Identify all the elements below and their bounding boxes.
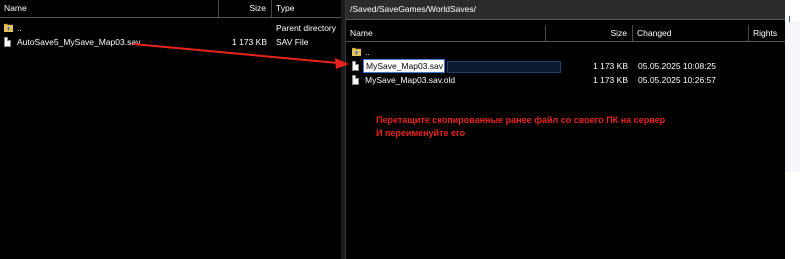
column-name[interactable]: Name <box>346 25 546 41</box>
column-size[interactable]: Size <box>546 25 633 41</box>
column-type[interactable]: Type <box>272 0 341 17</box>
file-size: 1 173 KB <box>593 61 628 71</box>
file-size: 1 173 KB <box>593 75 628 85</box>
file-name: AutoSave5_MySave_Map03.sav <box>17 37 141 47</box>
list-item[interactable]: .. Parent directory <box>0 21 341 35</box>
list-item[interactable]: AutoSave5_MySave_Map03.sav 1 173 KB SAV … <box>0 35 341 49</box>
local-column-header: Name Size Type <box>0 0 341 18</box>
remote-column-header: Name Size Changed Rights <box>346 25 786 42</box>
rename-input[interactable]: MySave_Map03.sav <box>363 59 445 73</box>
folder-up-icon <box>4 23 13 32</box>
instruction-text-line2: И переименуйте его <box>376 128 466 138</box>
column-size[interactable]: Size <box>219 0 272 17</box>
file-changed: 05.05.2025 10:26:57 <box>638 75 716 85</box>
list-item-renaming[interactable]: MySave_Map03.sav 1 173 KB 05.05.2025 10:… <box>346 59 786 73</box>
remote-path-bar[interactable]: /Saved/SaveGames/WorldSaves/ <box>346 0 786 20</box>
selection-highlight <box>447 61 561 73</box>
file-icon <box>4 37 11 47</box>
file-icon <box>352 61 359 71</box>
column-name[interactable]: Name <box>0 0 219 17</box>
file-name: .. <box>365 47 370 57</box>
local-file-pane: Name Size Type .. Parent directory AutoS… <box>0 0 342 259</box>
column-changed[interactable]: Changed <box>633 25 749 41</box>
file-name: .. <box>17 23 22 33</box>
file-type: SAV File <box>276 37 309 47</box>
adjacent-window-edge <box>785 0 800 259</box>
file-changed: 05.05.2025 10:08:25 <box>638 61 716 71</box>
list-item[interactable]: MySave_Map03.sav.old 1 173 KB 05.05.2025… <box>346 73 786 87</box>
window-background <box>785 172 800 259</box>
file-size: 1 173 KB <box>232 37 267 47</box>
instruction-text-line1: Перетащите скопированные ранее файл со с… <box>376 115 666 125</box>
file-name: MySave_Map03.sav.old <box>365 75 456 85</box>
list-item[interactable]: .. <box>346 45 786 59</box>
file-type: Parent directory <box>276 23 336 33</box>
folder-up-icon <box>352 47 361 56</box>
file-icon <box>352 75 359 85</box>
column-rights[interactable]: Rights <box>749 25 786 41</box>
window-background <box>785 22 800 172</box>
